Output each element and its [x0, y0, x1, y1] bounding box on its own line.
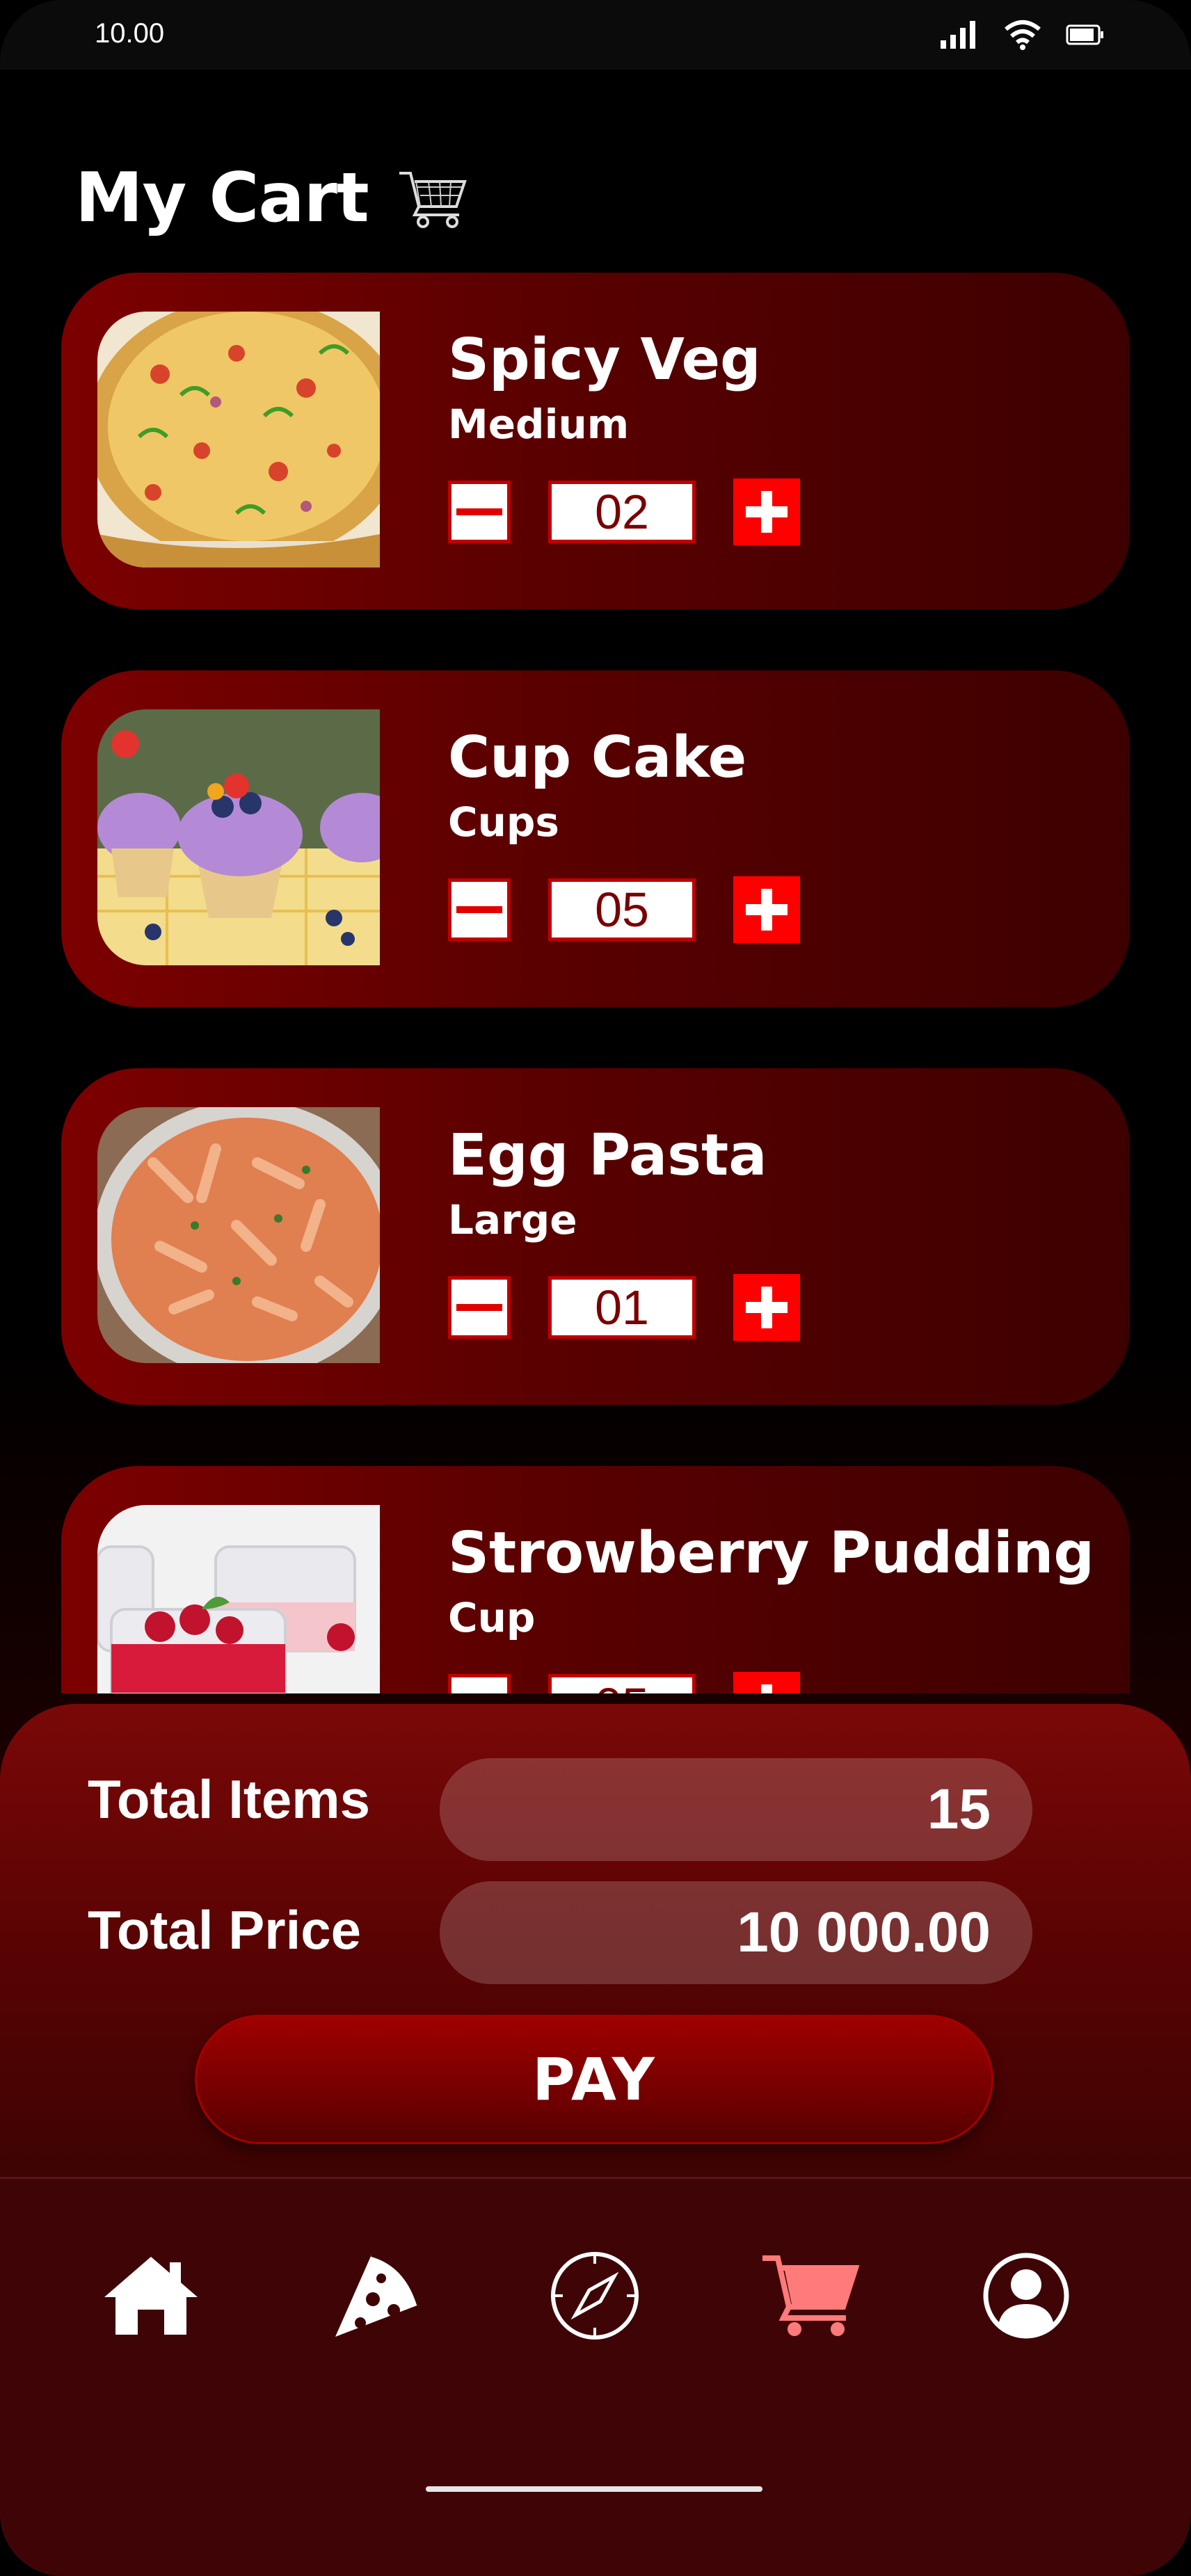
cart-list[interactable]: Spicy Veg Medium 02 Cup Cake Cups 05 Egg… [0, 264, 1191, 1693]
item-name: Spicy Veg [448, 327, 761, 393]
cart-summary: Total Items 15 Total Price 10 000.00 PAY [0, 1704, 1191, 2177]
status-icons [939, 19, 1105, 50]
decrease-button[interactable] [448, 878, 511, 941]
cupcake-image [97, 709, 380, 965]
cart-item[interactable]: Cup Cake Cups 05 [61, 670, 1130, 1007]
quantity-field[interactable]: 05 [548, 878, 696, 941]
item-size: Large [448, 1196, 577, 1243]
quantity-stepper: 02 [448, 478, 800, 545]
cart-item[interactable]: Egg Pasta Large 01 [61, 1068, 1130, 1405]
item-name: Strowberry Pudding [448, 1520, 1095, 1586]
decrease-button[interactable] [448, 1276, 511, 1339]
increase-button[interactable] [733, 478, 800, 545]
item-name: Egg Pasta [448, 1122, 767, 1189]
pasta-image [97, 1107, 380, 1363]
cart-item[interactable]: Strowberry Pudding Cup 05 [61, 1466, 1130, 1693]
phone-screen: 10.00 My Cart Spicy Veg Medium 02 Cup Ca… [0, 0, 1191, 2576]
minus-icon [456, 1304, 502, 1311]
quantity-stepper: 01 [448, 1274, 800, 1341]
minus-icon [456, 508, 502, 515]
quantity-field[interactable]: 05 [548, 1674, 696, 1693]
minus-icon [456, 906, 502, 913]
page-title: My Cart [75, 159, 369, 238]
increase-button[interactable] [733, 1672, 800, 1693]
item-size: Cup [448, 1594, 536, 1641]
nav-cart[interactable] [758, 2247, 863, 2344]
decrease-button[interactable] [448, 481, 511, 543]
bottom-nav [0, 2177, 1191, 2576]
home-icon [104, 2257, 198, 2335]
wifi-icon [1005, 20, 1041, 50]
item-size: Medium [448, 401, 630, 448]
increase-button[interactable] [733, 1274, 800, 1341]
total-price-value: 10 000.00 [440, 1881, 1032, 1984]
quantity-field[interactable]: 02 [548, 481, 696, 543]
nav-explore[interactable] [543, 2247, 647, 2344]
nav-profile[interactable] [974, 2247, 1078, 2344]
item-name: Cup Cake [448, 725, 747, 791]
battery-icon [1066, 24, 1103, 45]
increase-button[interactable] [733, 876, 800, 943]
status-time: 10.00 [95, 18, 165, 49]
total-items-label: Total Items [88, 1769, 370, 1830]
total-price-label: Total Price [88, 1899, 362, 1961]
total-items-value: 15 [440, 1758, 1032, 1861]
compass-icon [551, 2252, 639, 2340]
quantity-stepper: 05 [448, 1672, 800, 1693]
item-size: Cups [448, 798, 559, 846]
cart-icon [762, 2255, 860, 2336]
nav-home[interactable] [99, 2247, 203, 2344]
status-bar: 10.00 [0, 0, 1191, 70]
cart-icon [399, 172, 467, 228]
pay-button[interactable]: PAY [195, 2015, 993, 2144]
signal-icon [941, 21, 975, 49]
pizza-slice-icon [335, 2253, 421, 2337]
home-indicator[interactable] [426, 2486, 762, 2492]
header: My Cart [75, 159, 469, 238]
pizza-image [97, 312, 380, 567]
profile-icon [983, 2253, 1069, 2339]
decrease-button[interactable] [448, 1674, 511, 1693]
cart-item[interactable]: Spicy Veg Medium 02 [61, 273, 1130, 609]
pudding-image [97, 1505, 380, 1693]
quantity-stepper: 05 [448, 876, 800, 943]
quantity-field[interactable]: 01 [548, 1276, 696, 1339]
nav-menu[interactable] [324, 2247, 429, 2344]
